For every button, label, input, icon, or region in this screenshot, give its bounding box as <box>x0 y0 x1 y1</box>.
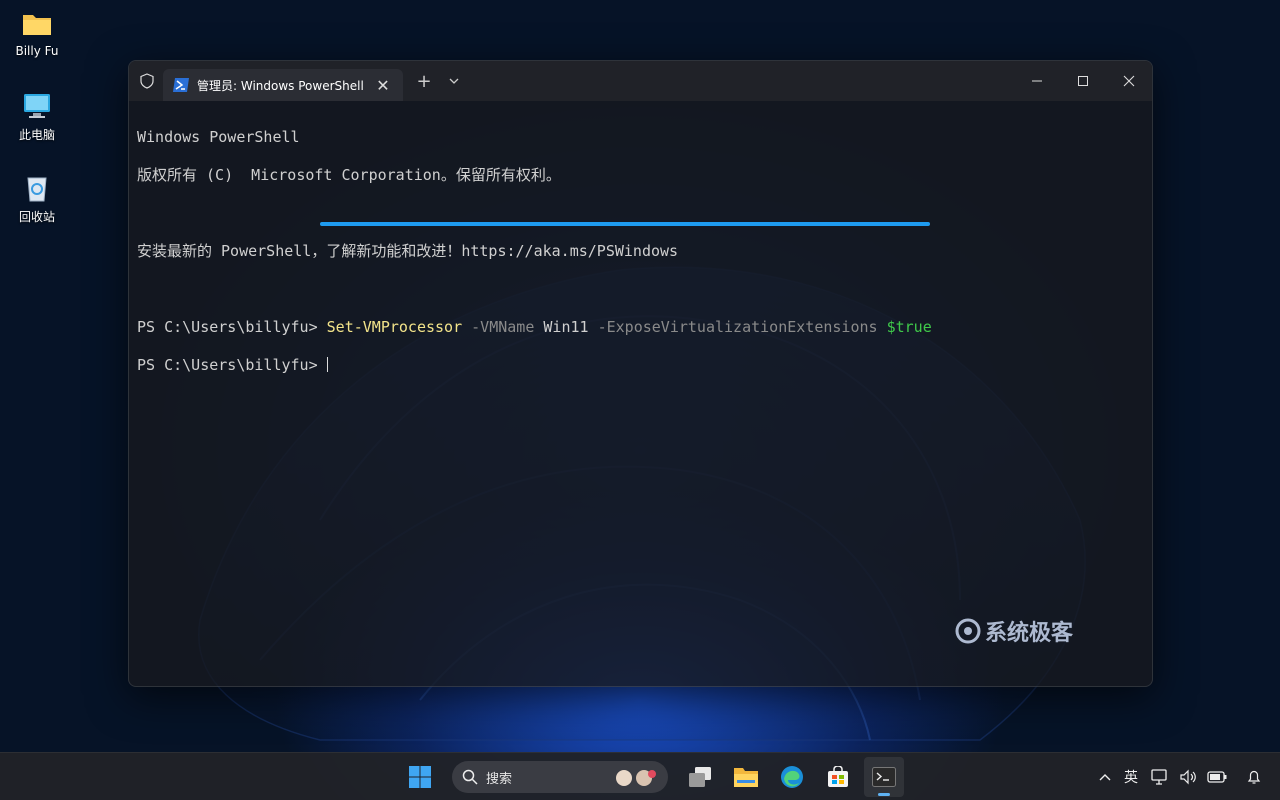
search-highlight-icon <box>616 770 656 786</box>
ime-indicator[interactable]: 英 <box>1116 753 1146 800</box>
tab-close-icon[interactable]: ✕ <box>373 76 393 95</box>
chevron-up-icon <box>1099 774 1111 781</box>
windows-start-icon <box>409 766 431 788</box>
maximize-button[interactable] <box>1060 61 1106 101</box>
network-icon[interactable] <box>1146 753 1174 800</box>
bell-icon <box>1247 770 1261 784</box>
command-line: PS C:\Users\billyfu> Set-VMProcessor -VM… <box>137 318 1144 337</box>
powershell-icon <box>173 78 189 92</box>
minimize-button[interactable] <box>1014 61 1060 101</box>
text-cursor <box>326 357 328 372</box>
battery-icon[interactable] <box>1202 753 1232 800</box>
parameter: -ExposeVirtualizationExtensions <box>588 318 878 336</box>
show-hidden-icons-button[interactable] <box>1094 753 1116 800</box>
desktop-icon-label: 回收站 <box>18 210 55 224</box>
store-icon <box>828 766 848 787</box>
folder-icon <box>23 15 51 35</box>
console-line: Windows PowerShell <box>137 128 300 146</box>
console-line: 版权所有 (C) Microsoft Corporation。保留所有权利。 <box>137 166 561 184</box>
terminal-window[interactable]: 管理员: Windows PowerShell ✕ + Windows Powe… <box>128 60 1153 687</box>
terminal-taskbar-button[interactable] <box>864 757 904 797</box>
edge-button[interactable] <box>772 757 812 797</box>
watermark-text: 系统极客 <box>985 621 1074 646</box>
desktop-icon-billy-fu[interactable]: Billy Fu <box>6 8 68 58</box>
new-tab-button[interactable]: + <box>409 65 439 97</box>
terminal-icon <box>872 767 896 787</box>
cmdlet: Set-VMProcessor <box>326 318 463 336</box>
input-line[interactable]: PS C:\Users\billyfu> <box>137 356 1144 375</box>
desktop-icon-recycle-bin[interactable]: 回收站 <box>6 172 68 225</box>
boolean-value: $true <box>877 318 932 336</box>
watermark: 系统极客 <box>955 615 1073 647</box>
volume-icon[interactable] <box>1174 753 1202 800</box>
prompt: PS C:\Users\billyfu> <box>137 318 327 336</box>
watermark-logo-icon <box>955 618 981 644</box>
system-tray: 英 <box>1094 753 1280 800</box>
file-explorer-icon <box>734 768 758 787</box>
tab-powershell[interactable]: 管理员: Windows PowerShell ✕ <box>163 69 403 101</box>
desktop-icon-this-pc[interactable]: 此电脑 <box>6 90 68 143</box>
notification-button[interactable] <box>1232 753 1280 800</box>
search-placeholder: 搜索 <box>486 771 513 787</box>
tab-title: 管理员: Windows PowerShell <box>197 78 364 93</box>
desktop-icon-label: 此电脑 <box>18 128 55 142</box>
recycle-bin-icon <box>27 177 47 202</box>
task-view-icon <box>689 767 711 787</box>
edge-icon <box>781 766 803 788</box>
chevron-down-icon[interactable] <box>439 65 469 97</box>
argument: Win11 <box>534 318 589 336</box>
store-button[interactable] <box>818 757 858 797</box>
task-view-button[interactable] <box>680 757 720 797</box>
search-icon <box>462 769 478 785</box>
start-button[interactable] <box>400 757 440 797</box>
console-output[interactable]: Windows PowerShell 版权所有 (C) Microsoft Co… <box>129 101 1152 421</box>
admin-shield-icon <box>131 61 163 101</box>
taskbar: 搜索 英 <box>0 752 1280 800</box>
title-bar[interactable]: 管理员: Windows PowerShell ✕ + <box>129 61 1152 101</box>
prompt: PS C:\Users\billyfu> <box>137 356 327 374</box>
search-box[interactable]: 搜索 <box>452 761 668 793</box>
close-button[interactable] <box>1106 61 1152 101</box>
highlight-underline <box>320 222 930 226</box>
parameter: -VMName <box>462 318 535 336</box>
console-line: 安装最新的 PowerShell，了解新功能和改进！https://aka.ms… <box>137 242 679 260</box>
file-explorer-button[interactable] <box>726 757 766 797</box>
computer-icon <box>24 94 50 118</box>
desktop-icon-label: Billy Fu <box>15 44 59 58</box>
